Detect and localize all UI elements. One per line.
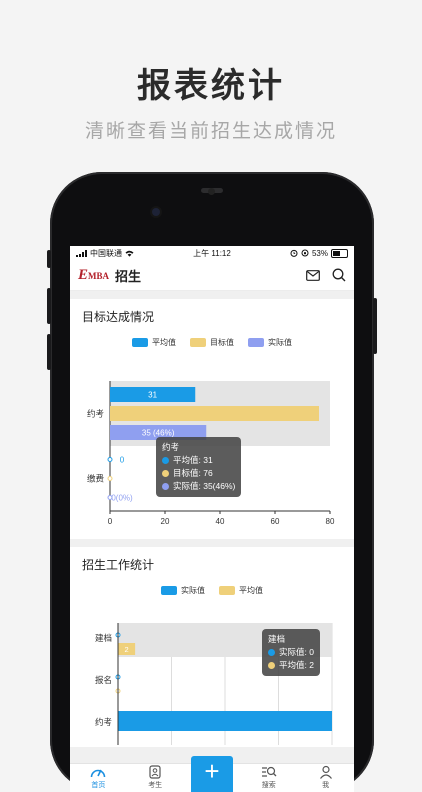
x-tick-label: 40 — [216, 517, 225, 526]
promo-subtitle: 清晰查看当前招生达成情况 — [84, 121, 337, 142]
status-bar: 中国联通 上午 11:12 53% — [70, 246, 354, 260]
tab-search[interactable]: 搜索 — [240, 764, 297, 792]
app-header: E MBA 招生 — [70, 260, 354, 291]
app-title: 招生 — [115, 268, 142, 284]
front-camera — [152, 208, 160, 216]
proximity-sensor — [208, 188, 215, 195]
phone-frame: 中国联通 上午 11:12 53% E MBA 招生 目标达成情况 平均值 目标… — [47, 172, 377, 792]
data-label: 0 — [120, 456, 125, 465]
tooltip-row-actual: 实际值: 35(46%) — [173, 481, 236, 491]
battery-icon — [331, 248, 348, 258]
rotation-lock-icon — [301, 249, 309, 257]
carrier-label: 中国联通 — [90, 248, 122, 258]
search-icon[interactable] — [332, 268, 346, 282]
tab-candidates[interactable]: 考生 — [127, 764, 184, 792]
x-tick-label: 80 — [326, 517, 335, 526]
phone-screen: 中国联通 上午 11:12 53% E MBA 招生 目标达成情况 平均值 目标… — [70, 246, 354, 792]
tab-home[interactable]: 首页 — [70, 764, 127, 792]
tooltip-row-avg: 平均值: 31 — [173, 455, 213, 465]
tooltip-row-avg: 平均值: 2 — [279, 660, 314, 670]
tooltip-title: 约考 — [162, 442, 180, 452]
chart-tooltip: 建档 实际值: 0 平均值: 2 — [262, 629, 320, 676]
zero-marker-1 — [107, 476, 113, 481]
card-title: 目标达成情况 — [82, 310, 155, 324]
user-icon — [319, 765, 332, 779]
category-label: 约考 — [95, 717, 112, 727]
data-label: 2 — [124, 645, 128, 654]
data-label: 0(0%) — [111, 494, 133, 503]
tooltip-row-actual: 实际值: 0 — [279, 647, 314, 657]
data-label: 31 — [148, 391, 157, 400]
x-tick-label: 0 — [108, 517, 113, 526]
add-button[interactable]: + — [191, 756, 233, 792]
category-label: 报名 — [95, 675, 112, 685]
mute-switch — [47, 250, 51, 268]
chart-tooltip: 约考 平均值: 31 目标值: 76 实际值: 35(46%) — [156, 437, 242, 497]
search-list-icon — [261, 766, 277, 777]
signal-icon — [76, 249, 87, 257]
category-label: 缴费 — [87, 474, 105, 484]
card-title: 招生工作统计 — [82, 558, 155, 572]
category-label: 建档 — [95, 633, 112, 643]
person-card-icon — [149, 765, 161, 779]
tooltip-title: 建档 — [268, 634, 286, 644]
goal-achievement-card: 目标达成情况 平均值 目标值 实际值 约考 31 35 (46%) 缴费 0 0(0%) 0… — [70, 299, 354, 539]
mail-icon[interactable] — [306, 269, 320, 281]
x-tick-label: 60 — [271, 517, 280, 526]
volume-down-button — [47, 334, 51, 370]
dashboard-icon — [91, 769, 106, 778]
battery-percent: 53% — [311, 248, 328, 258]
power-button — [373, 298, 377, 354]
bar-1 — [110, 406, 319, 421]
x-tick-label: 20 — [161, 517, 170, 526]
tab-me[interactable]: 我 — [297, 764, 354, 792]
zero-marker-0 — [107, 457, 113, 462]
enrollment-work-card: 招生工作统计 实际值 平均值 建档 2 报名 约考 建档 实际值: 0 平均值: 2 — [70, 547, 354, 747]
emba-logo: E MBA — [78, 266, 110, 283]
bar-0 — [118, 711, 332, 731]
alarm-icon — [290, 249, 298, 257]
volume-up-button — [47, 288, 51, 324]
category-label: 约考 — [87, 409, 104, 419]
tooltip-row-target: 目标值: 76 — [173, 468, 213, 478]
promo-title: 报表统计 — [137, 67, 285, 105]
wifi-icon — [125, 250, 134, 257]
